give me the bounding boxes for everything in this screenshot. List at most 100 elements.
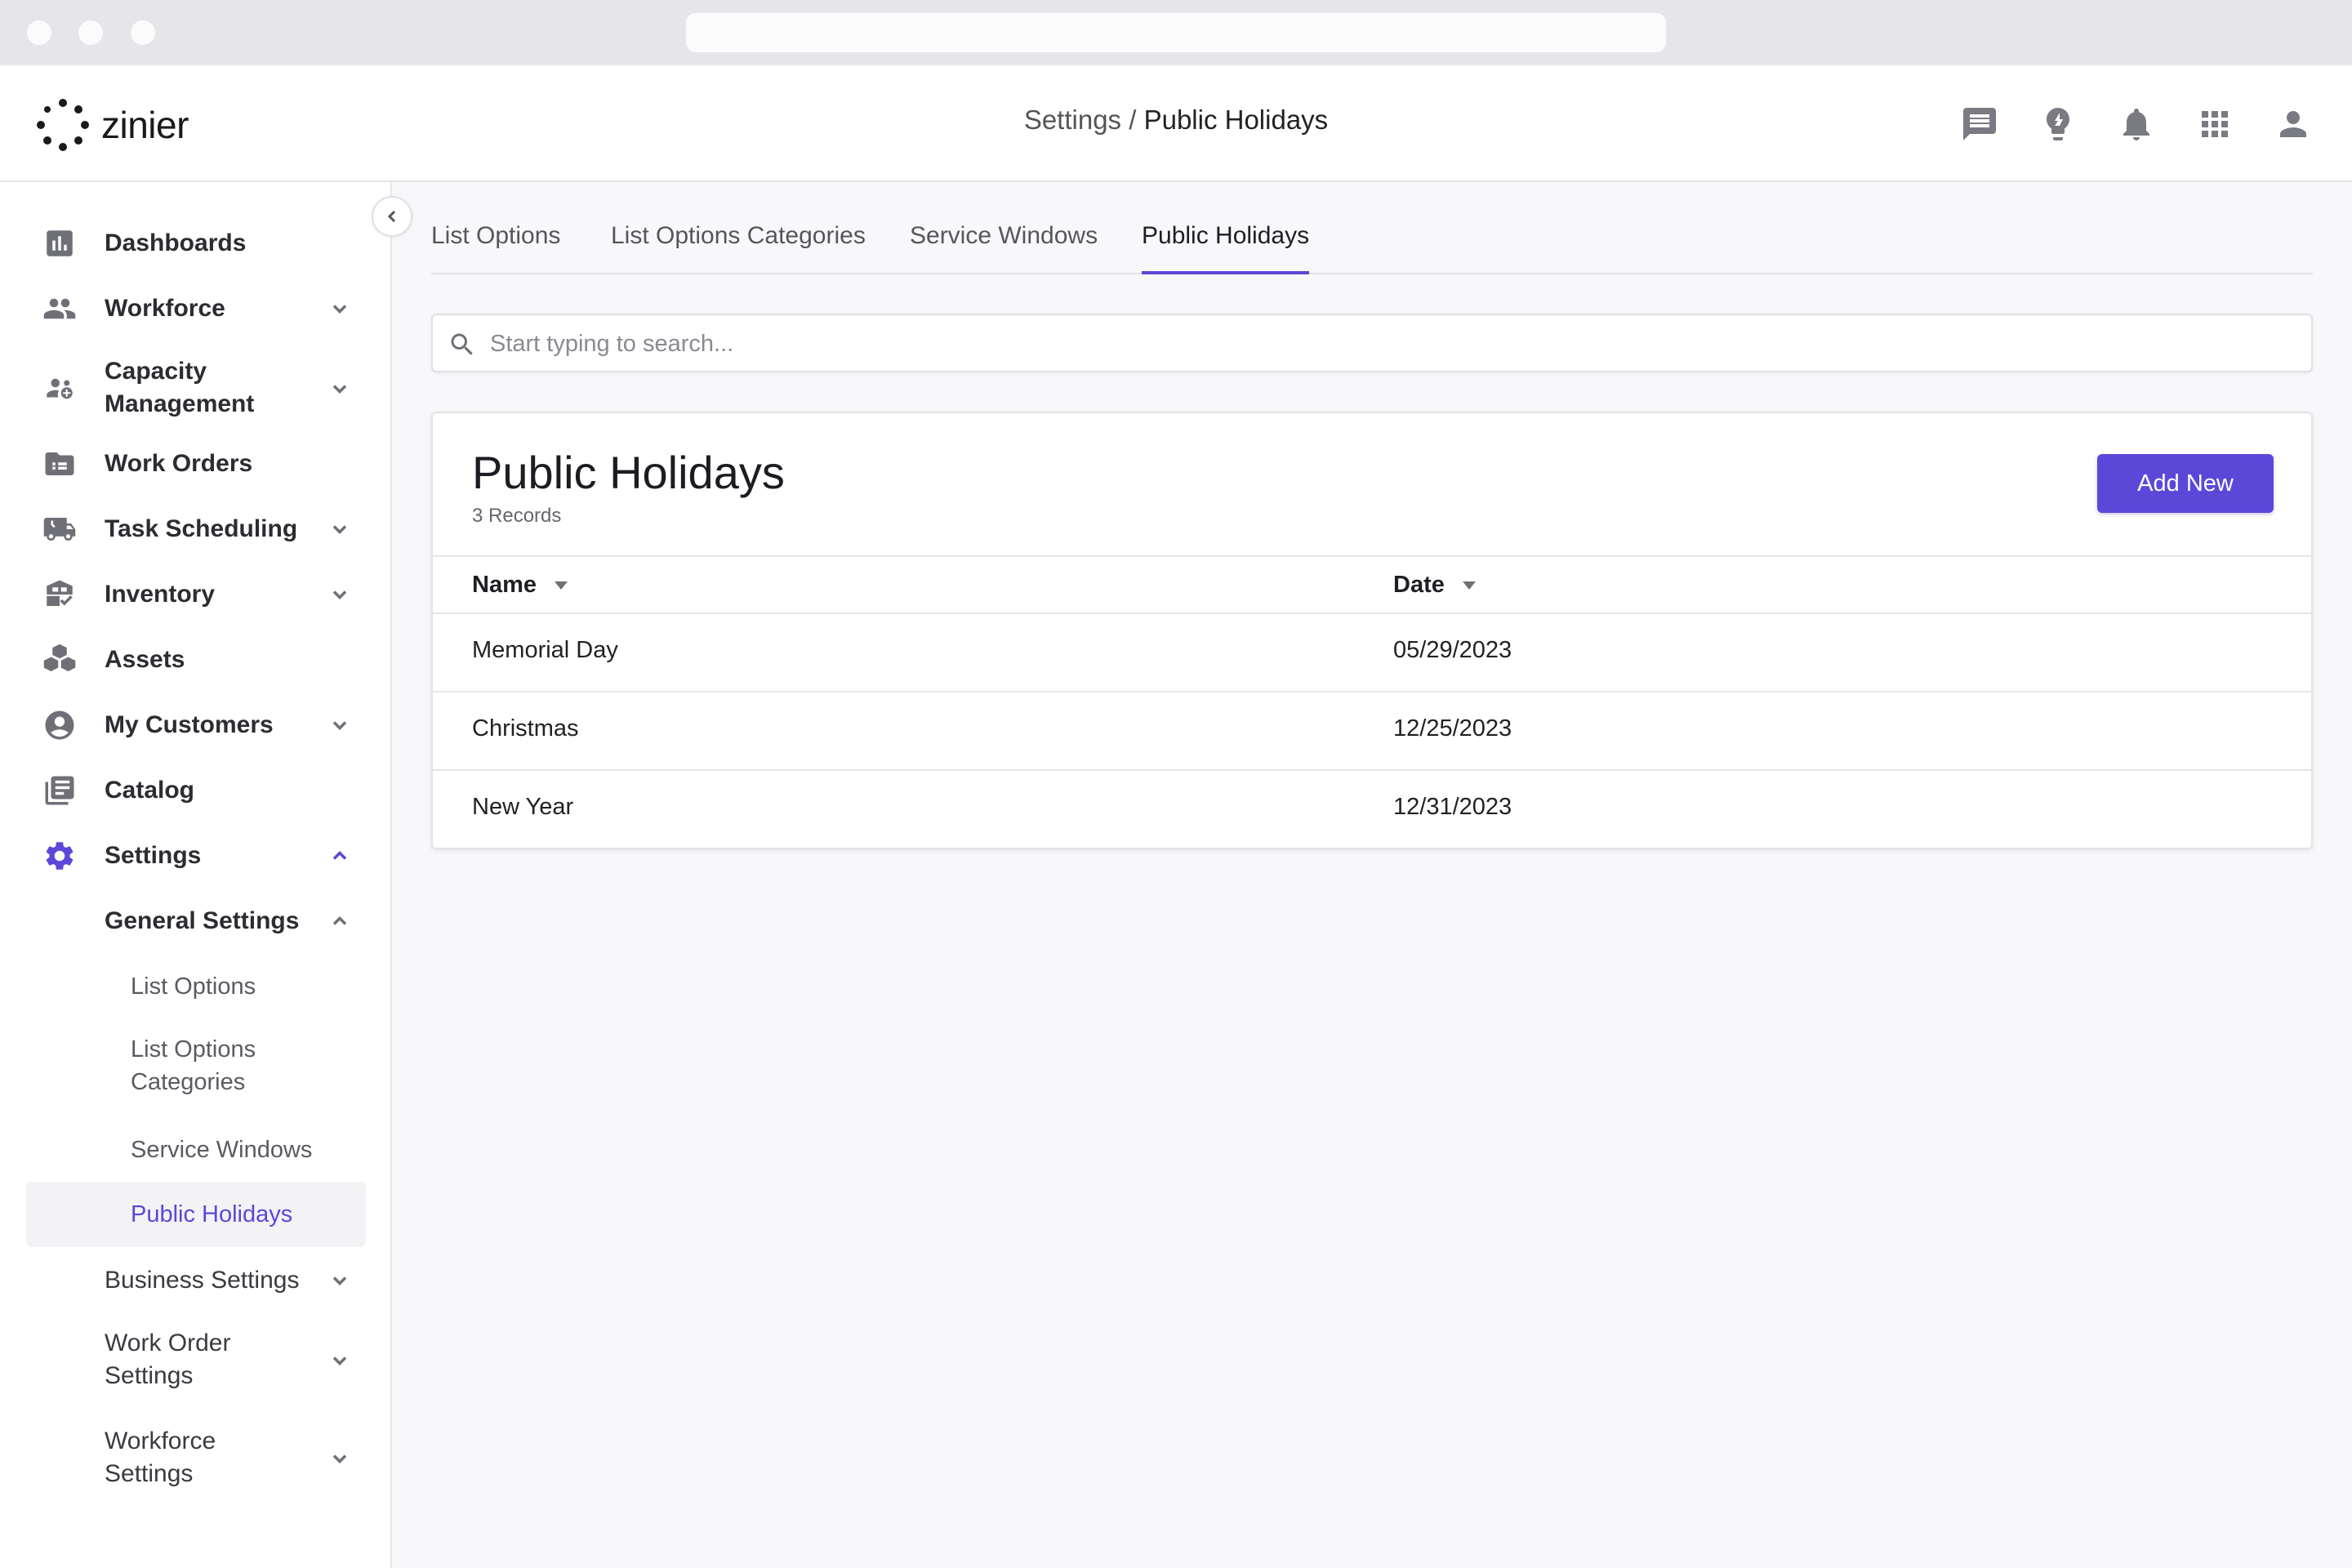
sidebar: Dashboards Workforce Capacity Management… xyxy=(0,182,392,1568)
work-orders-icon xyxy=(41,445,78,483)
inventory-icon xyxy=(41,576,78,613)
sidebar-item-workforce[interactable]: Workforce xyxy=(26,288,366,329)
sidebar-item-label: Work Orders xyxy=(105,450,253,477)
url-bar[interactable] xyxy=(686,13,1666,52)
sort-caret-icon[interactable] xyxy=(555,581,568,590)
sidebar-subitem-service-windows[interactable]: Service Windows xyxy=(26,1129,366,1170)
table-row[interactable]: Christmas 12/25/2023 xyxy=(433,693,2311,771)
tab-list-options-categories[interactable]: List Options Categories xyxy=(611,222,866,274)
breadcrumb-current: Public Holidays xyxy=(1143,105,1329,135)
sidebar-item-label: Work Order xyxy=(105,1330,231,1356)
customer-icon xyxy=(41,706,78,744)
chevron-down-icon[interactable] xyxy=(328,518,351,541)
window-minimize-dot[interactable] xyxy=(78,20,103,45)
chevron-down-icon[interactable] xyxy=(328,1447,351,1470)
people-icon xyxy=(41,290,78,327)
cell-date: 12/25/2023 xyxy=(1393,715,1512,742)
chevron-down-icon[interactable] xyxy=(328,297,351,320)
sidebar-item-label: My Customers xyxy=(105,711,274,738)
sidebar-item-business-settings[interactable]: Business Settings xyxy=(26,1260,366,1301)
app-header: zinier Settings / Public Holidays xyxy=(0,65,2352,182)
table-header: Name Date xyxy=(433,555,2311,614)
column-header-label: Date xyxy=(1393,572,1445,598)
chat-icon[interactable] xyxy=(1957,101,2002,147)
sidebar-subitem-list-options-categories[interactable]: List Options Categories xyxy=(26,1031,366,1102)
bell-icon[interactable] xyxy=(2114,101,2159,147)
breadcrumb-parent[interactable]: Settings xyxy=(1024,105,1121,135)
dashboard-icon xyxy=(41,225,78,262)
cell-name: Christmas xyxy=(472,715,579,742)
assets-icon xyxy=(41,641,78,679)
cell-name: New Year xyxy=(472,794,574,820)
window-maximize-dot[interactable] xyxy=(131,20,155,45)
sidebar-item-label: Workforce xyxy=(105,1428,216,1454)
sidebar-subitem-public-holidays[interactable]: Public Holidays xyxy=(26,1182,366,1247)
sidebar-item-settings[interactable]: Settings xyxy=(26,835,366,876)
sidebar-subitem-list-options[interactable]: List Options xyxy=(26,966,366,1007)
sidebar-item-assets[interactable]: Assets xyxy=(26,639,366,680)
sidebar-item-label: Settings xyxy=(105,1362,194,1389)
sidebar-item-work-orders[interactable]: Work Orders xyxy=(26,443,366,484)
window-close-dot[interactable] xyxy=(27,20,51,45)
sidebar-item-label: Dashboards xyxy=(105,229,247,256)
chevron-down-icon[interactable] xyxy=(328,1349,351,1372)
chevron-down-icon[interactable] xyxy=(328,583,351,606)
sidebar-item-label: Catalog xyxy=(105,777,195,804)
sidebar-item-my-customers[interactable]: My Customers xyxy=(26,705,366,746)
sidebar-subitem-label: Public Holidays xyxy=(131,1201,293,1227)
cell-name: Memorial Day xyxy=(472,637,618,663)
sidebar-item-capacity-management[interactable]: Capacity Management xyxy=(26,354,366,424)
search-input[interactable] xyxy=(490,323,2287,364)
sidebar-item-label: Business Settings xyxy=(105,1267,300,1294)
column-header-date[interactable]: Date xyxy=(1393,572,1476,599)
sidebar-item-label: Workforce xyxy=(105,295,225,322)
sidebar-item-workforce-settings[interactable]: Workforce Settings xyxy=(26,1423,366,1494)
tab-list-options[interactable]: List Options xyxy=(431,222,560,274)
gear-icon xyxy=(41,837,78,875)
table-row[interactable]: New Year 12/31/2023 xyxy=(433,771,2311,849)
sidebar-subitem-label: List Options xyxy=(131,973,256,1000)
sidebar-item-task-scheduling[interactable]: Task Scheduling xyxy=(26,509,366,550)
lightbulb-icon[interactable] xyxy=(2035,101,2081,147)
column-header-label: Name xyxy=(472,572,537,598)
sidebar-item-label: General Settings xyxy=(105,907,300,934)
card-title: Public Holidays xyxy=(472,447,785,498)
browser-chrome xyxy=(0,0,2352,65)
apps-grid-icon[interactable] xyxy=(2192,101,2238,147)
breadcrumb-separator: / xyxy=(1121,105,1144,135)
public-holidays-card: Public Holidays 3 Records Add New Name D… xyxy=(431,412,2313,849)
sidebar-item-label: Settings xyxy=(105,1460,194,1487)
sidebar-item-inventory[interactable]: Inventory xyxy=(26,574,366,615)
chevron-down-icon[interactable] xyxy=(328,377,351,400)
add-new-button[interactable]: Add New xyxy=(2097,454,2274,513)
chevron-up-icon[interactable] xyxy=(328,910,351,933)
user-icon[interactable] xyxy=(2270,101,2316,147)
sidebar-item-catalog[interactable]: Catalog xyxy=(26,770,366,811)
sidebar-item-label: Management xyxy=(105,390,255,417)
cell-date: 12/31/2023 xyxy=(1393,794,1512,820)
sidebar-item-dashboards[interactable]: Dashboards xyxy=(26,223,366,264)
sidebar-item-label: Settings xyxy=(105,842,202,869)
search-box xyxy=(431,314,2313,372)
chevron-down-icon[interactable] xyxy=(328,1269,351,1292)
chevron-up-icon[interactable] xyxy=(328,844,351,867)
truck-icon xyxy=(41,510,78,548)
catalog-icon xyxy=(41,772,78,809)
column-header-name[interactable]: Name xyxy=(472,572,568,599)
capacity-icon xyxy=(41,370,78,408)
chevron-down-icon[interactable] xyxy=(328,714,351,737)
record-count: 3 Records xyxy=(472,505,562,527)
sidebar-item-general-settings[interactable]: General Settings xyxy=(26,901,366,942)
sidebar-subitem-label: Service Windows xyxy=(131,1137,313,1163)
sidebar-subitem-label: Categories xyxy=(131,1069,246,1095)
sort-caret-icon[interactable] xyxy=(1462,581,1476,590)
table-row[interactable]: Memorial Day 05/29/2023 xyxy=(433,614,2311,693)
chevron-left-icon xyxy=(387,210,396,223)
sidebar-item-label: Task Scheduling xyxy=(105,515,298,542)
sidebar-item-label: Inventory xyxy=(105,581,216,608)
tab-service-windows[interactable]: Service Windows xyxy=(910,222,1098,274)
sidebar-collapse-button[interactable] xyxy=(372,196,412,237)
tab-public-holidays[interactable]: Public Holidays xyxy=(1142,222,1310,274)
sidebar-item-label: Capacity xyxy=(105,358,207,385)
sidebar-item-work-order-settings[interactable]: Work Order Settings xyxy=(26,1325,366,1396)
